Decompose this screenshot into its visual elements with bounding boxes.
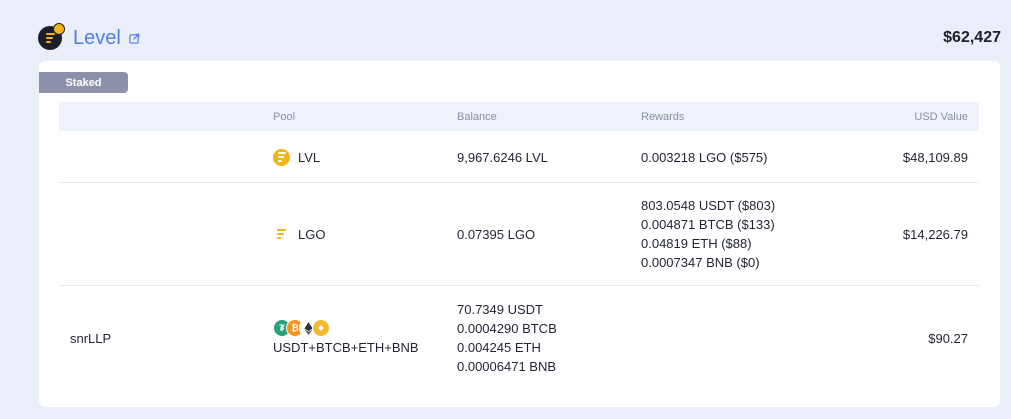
table-row: LVL 9,967.6246 LVL 0.003218 LGO ($575) $… — [59, 132, 979, 183]
lgo-token-icon — [273, 226, 290, 243]
reward-line: 0.003218 LGO ($575) — [641, 149, 768, 165]
staked-card: Staked Pool Balance Rewards USD Value LV… — [39, 61, 1000, 407]
pool-name: LVL — [298, 149, 321, 165]
usd-value: $14,226.79 — [902, 226, 968, 242]
protocol-name-link[interactable]: Level — [73, 27, 121, 50]
balance-line: 0.00006471 BNB — [457, 359, 557, 374]
balance-line: 70.7349 USDT — [457, 302, 543, 317]
pool-token-stack: ₮ ₿ — [273, 319, 419, 337]
bnb-token-icon — [312, 319, 330, 337]
header-balance: Balance — [457, 111, 497, 123]
protocol-header: Level $62,427 — [38, 18, 1001, 58]
reward-line: 0.004871 BTCB ($133) — [641, 217, 775, 232]
lvl-token-icon — [273, 148, 290, 166]
table-header: Pool Balance Rewards USD Value — [59, 102, 979, 131]
pool-name: LGO — [298, 226, 326, 242]
balance-line: 9,967.6246 LVL — [457, 149, 548, 165]
header-pool: Pool — [273, 111, 296, 123]
table-row: LGO 0.07395 LGO 803.0548 USDT ($803) 0.0… — [59, 183, 979, 286]
header-rewards: Rewards — [641, 111, 685, 123]
header-usd-value: USD Value — [914, 111, 968, 123]
balance-line: 0.07395 LGO — [457, 226, 536, 242]
level-logo-icon — [38, 23, 65, 50]
usd-value: $90.27 — [928, 330, 968, 346]
reward-line: 0.0007347 BNB ($0) — [641, 255, 760, 270]
table-row: snrLLP ₮ ₿ USDT+BTCB+ETH+BNB 70.7349 USD… — [59, 286, 979, 390]
balance-line: 0.004245 ETH — [457, 340, 541, 355]
balance-line: 0.0004290 BTCB — [457, 321, 557, 336]
staked-tag: Staked — [39, 72, 128, 93]
reward-line: 0.04819 ETH ($88) — [641, 236, 752, 251]
protocol-total-value: $62,427 — [943, 29, 1001, 46]
row-label: snrLLP — [70, 330, 112, 346]
pool-name: USDT+BTCB+ETH+BNB — [273, 340, 419, 355]
usd-value: $48,109.89 — [902, 149, 968, 165]
external-link-icon[interactable] — [129, 33, 140, 44]
reward-line: 803.0548 USDT ($803) — [641, 198, 776, 213]
